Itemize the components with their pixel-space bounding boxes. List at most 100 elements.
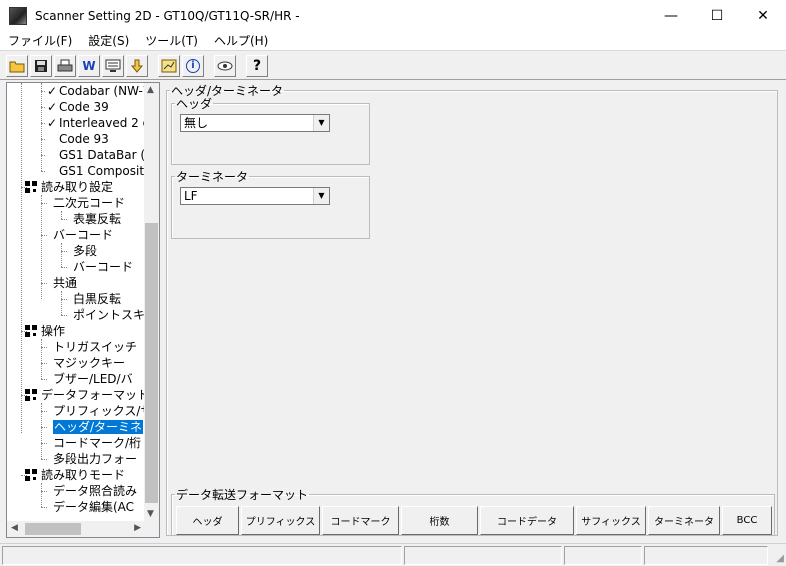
tree-vertical-thumb[interactable]	[145, 223, 158, 503]
tree-item[interactable]: ブザー/LED/バ	[53, 371, 133, 387]
view-icon[interactable]	[214, 54, 236, 77]
tree-item-label: GS1 Composite	[59, 164, 145, 178]
tree-item-label: ブザー/LED/バ	[53, 372, 133, 386]
tree-item[interactable]: データ照合読み	[53, 483, 137, 499]
tree-item[interactable]: ✓Codabar (NW-7)	[47, 83, 145, 99]
format-suffix-button[interactable]: サフィックス	[576, 506, 646, 535]
tree-item-label: 二次元コード	[53, 196, 126, 210]
tree-horizontal-scrollbar[interactable]: ◀ ▶	[7, 521, 145, 537]
tree-horizontal-thumb[interactable]	[25, 523, 81, 535]
tree-item[interactable]: データ編集(AC	[53, 499, 134, 515]
tree-item[interactable]: バーコード	[53, 227, 113, 243]
tree-item[interactable]: GS1 Composite	[47, 163, 145, 179]
scroll-up-icon[interactable]: ▲	[147, 85, 154, 95]
tree-item[interactable]: 操作	[25, 323, 65, 339]
tree-item-label: ヘッダ/ターミネ	[53, 420, 144, 434]
format-codedata-button[interactable]: コードデータ	[480, 506, 574, 535]
tree-item-label: 共通	[53, 276, 78, 290]
tree-item[interactable]: 白黒反転	[73, 291, 121, 307]
tree-item[interactable]: ヘッダ/ターミネ	[53, 419, 144, 435]
scroll-right-icon[interactable]: ▶	[134, 523, 141, 533]
download-icon[interactable]	[126, 54, 148, 77]
status-pane-3	[564, 546, 642, 565]
status-bar: ◢	[0, 543, 786, 566]
scroll-left-icon[interactable]: ◀	[11, 523, 18, 533]
tree-item[interactable]: ✓Interleaved 2 of 5	[47, 115, 145, 131]
chevron-down-icon[interactable]: ▼	[313, 115, 329, 131]
tree-item[interactable]: ✓ Code 39	[47, 99, 109, 115]
menu-settings[interactable]: 設定(S)	[80, 32, 137, 49]
tree-item-label: トリガスイッチ	[53, 340, 138, 354]
data-format-group-label: データ転送フォーマット	[176, 488, 309, 502]
settings-tree[interactable]: ✓Codabar (NW-7)✓Code 39✓Interleaved 2 of…	[6, 82, 160, 538]
tree-item-label: バーコード	[53, 228, 114, 242]
resize-grip-icon[interactable]: ◢	[776, 553, 784, 564]
tree-item-label: データ編集(AC	[53, 500, 135, 514]
format-prefix-button[interactable]: プリフィックス	[241, 506, 320, 535]
tree-item[interactable]: ポイントスキ	[73, 307, 145, 323]
scroll-corner	[144, 521, 159, 537]
tree-item[interactable]: 共通	[53, 275, 77, 291]
word-icon[interactable]: W	[78, 54, 100, 77]
print-icon[interactable]	[54, 54, 76, 77]
window-controls: — ☐ ✕	[648, 0, 786, 31]
status-pane-main	[2, 546, 402, 565]
tree-item[interactable]: プリフィックス/サ	[53, 403, 145, 419]
save-icon[interactable]	[30, 54, 52, 77]
tree-item[interactable]: 多段出力フォー	[53, 451, 137, 467]
scroll-down-icon[interactable]: ▼	[147, 509, 154, 519]
menu-file[interactable]: ファイル(F)	[0, 32, 80, 49]
tree-item-label: 表裏反転	[73, 212, 122, 226]
tree-item[interactable]: 読み取り設定	[25, 179, 113, 195]
tree-item[interactable]: Code 93	[47, 131, 109, 147]
tree-item-label: ポイントスキ	[73, 308, 145, 322]
format-digits-button[interactable]: 桁数	[401, 506, 478, 535]
tree-vertical-scrollbar[interactable]: ▲ ▼	[144, 83, 159, 521]
tree-item[interactable]: コードマーク/桁	[53, 435, 141, 451]
header-select-value: 無し	[184, 116, 209, 130]
tree-item-label: GS1 DataBar (	[59, 148, 145, 162]
minimize-button[interactable]: —	[648, 0, 694, 31]
format-terminator-button[interactable]: ターミネータ	[648, 506, 720, 535]
tree-content: ✓Codabar (NW-7)✓Code 39✓Interleaved 2 of…	[7, 83, 145, 521]
tree-item[interactable]: バーコード	[73, 259, 133, 275]
tree-item-label: 白黒反転	[73, 292, 122, 306]
header-select[interactable]: 無し ▼	[180, 114, 330, 132]
tree-item-label: コードマーク/桁	[53, 436, 142, 450]
tree-item-label: データフォーマット	[41, 388, 145, 402]
tree-item-label: バーコード	[73, 260, 134, 274]
tree-item[interactable]: 読み取りモード	[25, 467, 125, 483]
close-button[interactable]: ✕	[740, 0, 786, 31]
tree-item[interactable]: 表裏反転	[73, 211, 121, 227]
tree-item[interactable]: マジックキー	[53, 355, 125, 371]
status-pane-2	[404, 546, 562, 565]
menu-tools[interactable]: ツール(T)	[137, 32, 206, 49]
tree-item[interactable]: トリガスイッチ	[53, 339, 137, 355]
tree-item-label: データ照合読み	[53, 484, 138, 498]
tree-item-label: 読み取りモード	[41, 468, 126, 482]
monitor-icon[interactable]	[102, 54, 124, 77]
format-codemark-button[interactable]: コードマーク	[322, 506, 399, 535]
tree-item[interactable]: GS1 DataBar (	[47, 147, 145, 163]
tree-item[interactable]: 多段	[73, 243, 97, 259]
open-folder-icon[interactable]	[6, 54, 28, 77]
tree-item[interactable]: 二次元コード	[53, 195, 125, 211]
app-icon	[9, 6, 27, 25]
status-pane-4	[644, 546, 768, 565]
tree-item-label: Codabar (NW-7)	[59, 84, 145, 98]
toolbar: W i ?	[0, 52, 786, 80]
terminator-select[interactable]: LF ▼	[180, 187, 330, 205]
menu-bar: ファイル(F) 設定(S) ツール(T) ヘルプ(H)	[0, 31, 786, 51]
tree-item[interactable]: データフォーマット	[25, 387, 145, 403]
info-icon[interactable]: i	[182, 54, 204, 77]
maximize-button[interactable]: ☐	[694, 0, 740, 31]
menu-help[interactable]: ヘルプ(H)	[206, 32, 276, 49]
format-header-button[interactable]: ヘッダ	[176, 506, 239, 535]
format-bcc-button[interactable]: BCC	[722, 506, 772, 535]
help-icon[interactable]: ?	[246, 54, 268, 77]
header-group-label: ヘッダ	[176, 97, 213, 111]
tree-item-label: プリフィックス/サ	[53, 404, 145, 418]
chart-icon[interactable]	[158, 54, 180, 77]
checkmark-icon: ✓	[47, 84, 58, 98]
chevron-down-icon[interactable]: ▼	[313, 188, 329, 204]
